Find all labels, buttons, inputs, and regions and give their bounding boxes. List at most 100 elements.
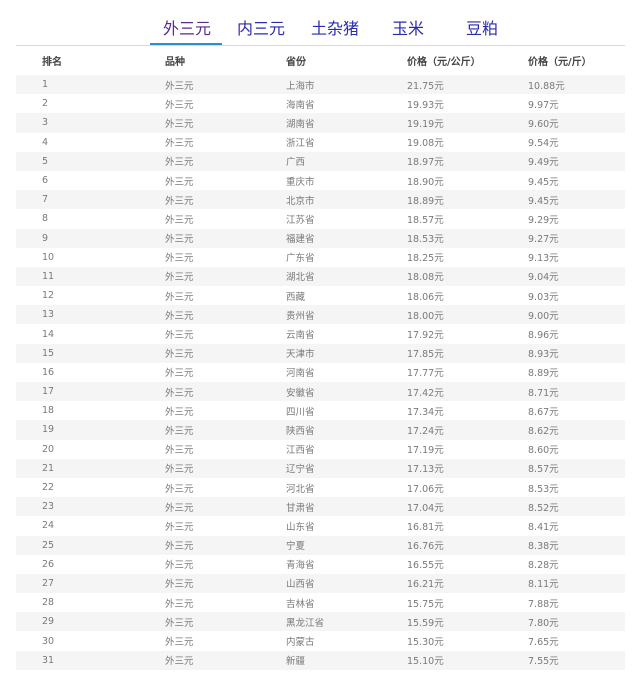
- table-row: 6 外三元 重庆市 18.90元 9.45元: [16, 170, 625, 191]
- price-kg-cell: 18.97元: [407, 157, 444, 169]
- table-row: 1 外三元 上海市 21.75元 10.88元: [16, 75, 625, 95]
- province-cell: 黑龙江省: [286, 617, 325, 629]
- province-cell: 宁夏: [286, 541, 306, 553]
- price-kg-cell: 18.53元: [407, 234, 444, 246]
- price-kg-cell: 17.06元: [407, 483, 444, 495]
- rank-cell: 25: [42, 539, 55, 551]
- price-kg-cell: 18.57元: [407, 214, 444, 226]
- rank-cell: 19: [42, 424, 55, 436]
- rank-cell: 29: [42, 616, 55, 628]
- province-cell: 青海省: [286, 560, 315, 572]
- table-row: 17 外三元 安徽省 17.42元 8.71元: [16, 382, 625, 402]
- breed-cell: 外三元: [165, 445, 194, 457]
- price-kg-cell: 17.34元: [407, 406, 444, 418]
- price-kg-cell: 16.76元: [407, 541, 444, 553]
- breed-cell: 外三元: [165, 157, 194, 169]
- rank-cell: 17: [42, 386, 55, 398]
- table-row: 29 外三元 黑龙江省 15.59元 7.80元: [16, 612, 625, 632]
- price-jin-cell: 8.38元: [528, 541, 559, 553]
- rank-cell: 5: [42, 155, 49, 167]
- province-cell: 云南省: [286, 330, 315, 342]
- rank-cell: 20: [42, 443, 55, 455]
- price-kg-cell: 18.06元: [407, 291, 444, 303]
- price-kg-cell: 15.10元: [407, 656, 444, 668]
- tab-wai-san-yuan[interactable]: 外三元: [163, 18, 211, 40]
- header-rank: 排名: [42, 57, 62, 68]
- province-cell: 湖北省: [286, 272, 315, 284]
- table-row: 26 外三元 青海省 16.55元 8.28元: [16, 554, 625, 574]
- table-row: 5 外三元 广西 18.97元 9.49元: [16, 151, 625, 171]
- price-jin-cell: 8.71元: [528, 387, 559, 399]
- table-row: 31 外三元 新疆 15.10元 7.55元: [16, 650, 625, 670]
- price-jin-cell: 8.11元: [528, 579, 559, 591]
- table-row: 9 外三元 福建省 18.53元 9.27元: [16, 228, 625, 248]
- rank-cell: 15: [42, 347, 55, 359]
- price-ranking-table: 排名 品种 省份 价格（元/公斤） 价格（元/斤） 1 外三元 上海市 21.75元 1…: [16, 45, 625, 670]
- rank-cell: 22: [42, 482, 55, 494]
- price-jin-cell: 7.55元: [528, 656, 559, 668]
- price-jin-cell: 8.52元: [528, 502, 559, 514]
- price-jin-cell: 7.88元: [528, 598, 559, 610]
- breed-cell: 外三元: [165, 310, 194, 322]
- province-cell: 四川省: [286, 406, 315, 418]
- price-jin-cell: 8.89元: [528, 368, 559, 380]
- price-kg-cell: 21.75元: [407, 80, 444, 92]
- rank-cell: 9: [42, 232, 49, 244]
- rank-cell: 27: [42, 577, 55, 589]
- tab-yu-mi[interactable]: 玉米: [392, 18, 424, 40]
- province-cell: 湖南省: [286, 118, 315, 130]
- tab-tu-za-zhu[interactable]: 土杂猪: [311, 18, 359, 40]
- breed-cell: 外三元: [165, 656, 194, 668]
- price-jin-cell: 9.54元: [528, 138, 559, 150]
- price-kg-cell: 17.85元: [407, 349, 444, 361]
- rank-cell: 23: [42, 501, 55, 513]
- table-row: 8 外三元 江苏省 18.57元 9.29元: [16, 209, 625, 229]
- province-cell: 浙江省: [286, 138, 315, 150]
- price-jin-cell: 8.67元: [528, 406, 559, 418]
- province-cell: 江西省: [286, 445, 315, 457]
- rank-cell: 18: [42, 405, 55, 417]
- price-kg-cell: 15.59元: [407, 617, 444, 629]
- province-cell: 内蒙古: [286, 637, 315, 649]
- price-kg-cell: 17.42元: [407, 387, 444, 399]
- price-kg-cell: 16.81元: [407, 521, 444, 533]
- table-header-row: 排名 品种 省份 价格（元/公斤） 价格（元/斤）: [16, 46, 625, 75]
- rank-cell: 11: [42, 270, 55, 282]
- breed-cell: 外三元: [165, 195, 194, 207]
- province-cell: 北京市: [286, 195, 315, 207]
- province-cell: 江苏省: [286, 214, 315, 226]
- price-kg-cell: 19.19元: [407, 118, 444, 130]
- price-kg-cell: 16.21元: [407, 579, 444, 591]
- province-cell: 山西省: [286, 579, 315, 591]
- province-cell: 广东省: [286, 253, 315, 265]
- tab-dou-po[interactable]: 豆粕: [466, 18, 498, 40]
- province-cell: 山东省: [286, 521, 315, 533]
- price-jin-cell: 9.13元: [528, 253, 559, 265]
- breed-cell: 外三元: [165, 253, 194, 265]
- province-cell: 新疆: [286, 656, 306, 668]
- breed-cell: 外三元: [165, 99, 194, 111]
- price-kg-cell: 18.00元: [407, 310, 444, 322]
- header-province: 省份: [286, 57, 306, 68]
- rank-cell: 8: [42, 213, 49, 225]
- price-jin-cell: 9.45元: [528, 176, 559, 188]
- price-kg-cell: 17.04元: [407, 502, 444, 514]
- table-row: 15 外三元 天津市 17.85元 8.93元: [16, 343, 625, 363]
- rank-cell: 10: [42, 251, 55, 263]
- price-jin-cell: 8.60元: [528, 445, 559, 457]
- breed-cell: 外三元: [165, 214, 194, 226]
- price-jin-cell: 8.28元: [528, 560, 559, 572]
- rank-cell: 30: [42, 635, 55, 647]
- tab-nei-san-yuan[interactable]: 内三元: [237, 18, 285, 40]
- rank-cell: 28: [42, 597, 55, 609]
- rank-cell: 2: [42, 98, 49, 110]
- province-cell: 广西: [286, 157, 306, 169]
- province-cell: 重庆市: [286, 176, 315, 188]
- rank-cell: 7: [42, 194, 49, 206]
- price-jin-cell: 7.65元: [528, 637, 559, 649]
- province-cell: 辽宁省: [286, 464, 315, 476]
- header-price-per-kg: 价格（元/公斤）: [407, 57, 481, 68]
- breed-cell: 外三元: [165, 541, 194, 553]
- price-kg-cell: 19.93元: [407, 99, 444, 111]
- province-cell: 陕西省: [286, 425, 315, 437]
